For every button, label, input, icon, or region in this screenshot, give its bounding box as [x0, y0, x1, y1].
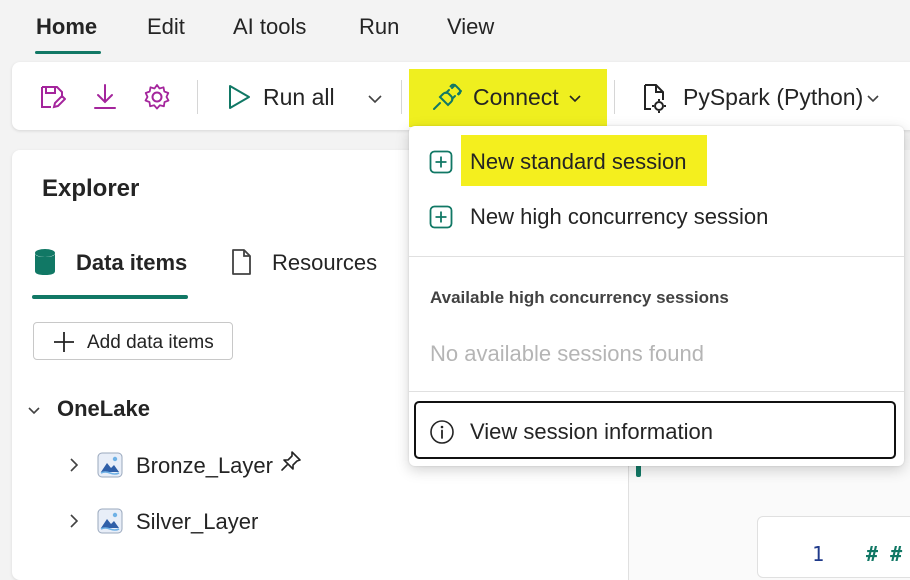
tree-root-onelake[interactable]: OneLake: [57, 396, 150, 422]
tab-view[interactable]: View: [447, 14, 494, 40]
explorer-title: Explorer: [42, 175, 140, 202]
chevron-right-icon[interactable]: [68, 457, 80, 478]
plug-connect-icon: [431, 82, 463, 117]
chevron-right-icon[interactable]: [68, 513, 80, 534]
lakehouse-icon: [97, 452, 123, 483]
pyspark-file-icon: [639, 82, 669, 119]
data-items-tab-indicator: [32, 295, 188, 299]
download-icon[interactable]: [92, 82, 118, 117]
toolbar-divider: [614, 80, 615, 114]
connect-label: Connect: [473, 84, 559, 110]
plus-icon: [52, 330, 76, 359]
lakehouse-icon: [97, 508, 123, 539]
tab-home[interactable]: Home: [36, 14, 97, 40]
run-chevron-down-icon[interactable]: [367, 92, 383, 110]
tab-resources-label: Resources: [272, 250, 378, 275]
toolbar-divider: [401, 80, 402, 114]
info-icon: [429, 419, 455, 450]
database-icon: [34, 248, 56, 281]
connect-chevron-down-icon: [568, 92, 582, 110]
gear-icon[interactable]: [142, 82, 172, 117]
code-comment: # #: [866, 542, 903, 566]
available-sessions-heading: Available high concurrency sessions: [430, 288, 729, 307]
language-label: PySpark (Python): [683, 84, 864, 110]
language-chevron-down-icon: [866, 92, 880, 110]
menu-separator: [409, 256, 904, 257]
save-edit-icon[interactable]: [38, 83, 67, 116]
menu-separator: [409, 391, 904, 392]
add-square-icon: [429, 150, 453, 179]
menu-item-label: New standard session: [470, 149, 687, 174]
tab-run[interactable]: Run: [359, 14, 399, 40]
pin-icon[interactable]: [279, 449, 303, 478]
no-sessions-text: No available sessions found: [430, 341, 704, 366]
tree-item-label: Bronze_Layer: [136, 453, 273, 478]
run-all-label: Run all: [263, 84, 335, 110]
line-number: 1: [812, 542, 825, 566]
tree-item-label: Silver_Layer: [136, 509, 259, 534]
menu-item-label: View session information: [470, 419, 713, 444]
tab-edit[interactable]: Edit: [147, 14, 185, 40]
add-data-items-label: Add data items: [87, 332, 214, 353]
tab-data-items-label: Data items: [76, 250, 188, 275]
chevron-down-icon[interactable]: [27, 404, 41, 422]
document-icon: [230, 248, 252, 281]
active-tab-indicator: [35, 51, 101, 54]
play-icon: [226, 83, 252, 116]
add-square-icon: [429, 205, 453, 234]
menu-item-label: New high concurrency session: [470, 204, 769, 229]
toolbar-divider: [197, 80, 198, 114]
tab-ai-tools[interactable]: AI tools: [233, 14, 306, 40]
